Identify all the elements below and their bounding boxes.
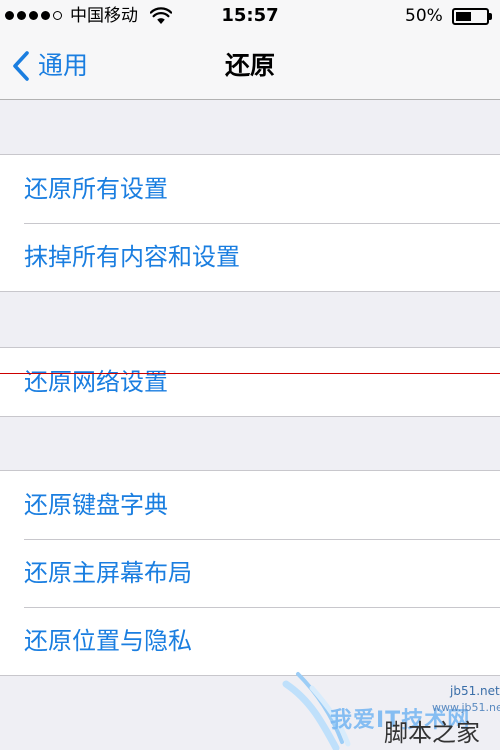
cell-label: 还原网络设置 — [24, 368, 168, 396]
battery-tip — [489, 13, 492, 20]
watermark-brand: 脚本之家 — [384, 719, 480, 747]
battery-percent: 50% — [405, 6, 443, 26]
reset-home-screen-layout-cell[interactable]: 还原主屏幕布局 — [0, 539, 500, 607]
reset-network-settings-cell[interactable]: 还原网络设置 — [0, 348, 500, 416]
watermark-swirl-icon — [282, 672, 351, 750]
battery-level-fill — [456, 12, 471, 21]
annotation-line — [0, 373, 500, 374]
erase-all-content-cell[interactable]: 抹掉所有内容和设置 — [0, 223, 500, 291]
watermark-url: jb51.net — [450, 684, 500, 698]
reset-location-privacy-cell[interactable]: 还原位置与隐私 — [0, 607, 500, 675]
reset-group-2: 还原网络设置 — [0, 347, 500, 417]
cell-label: 还原主屏幕布局 — [24, 559, 192, 587]
cell-label: 抹掉所有内容和设置 — [24, 243, 240, 271]
status-bar: 中国移动 15:57 50% — [0, 0, 500, 32]
reset-group-3: 还原键盘字典 还原主屏幕布局 还原位置与隐私 — [0, 470, 500, 676]
cell-label: 还原所有设置 — [24, 175, 168, 203]
watermark-url-full: www.jb51.net — [432, 701, 500, 714]
cell-label: 还原位置与隐私 — [24, 627, 192, 655]
reset-group-1: 还原所有设置 抹掉所有内容和设置 — [0, 154, 500, 292]
navigation-bar: 通用 还原 — [0, 32, 500, 100]
cell-label: 还原键盘字典 — [24, 491, 168, 519]
page-title: 还原 — [224, 51, 275, 80]
reset-all-settings-cell[interactable]: 还原所有设置 — [0, 155, 500, 223]
battery-icon — [452, 8, 489, 25]
reset-keyboard-dictionary-cell[interactable]: 还原键盘字典 — [0, 471, 500, 539]
